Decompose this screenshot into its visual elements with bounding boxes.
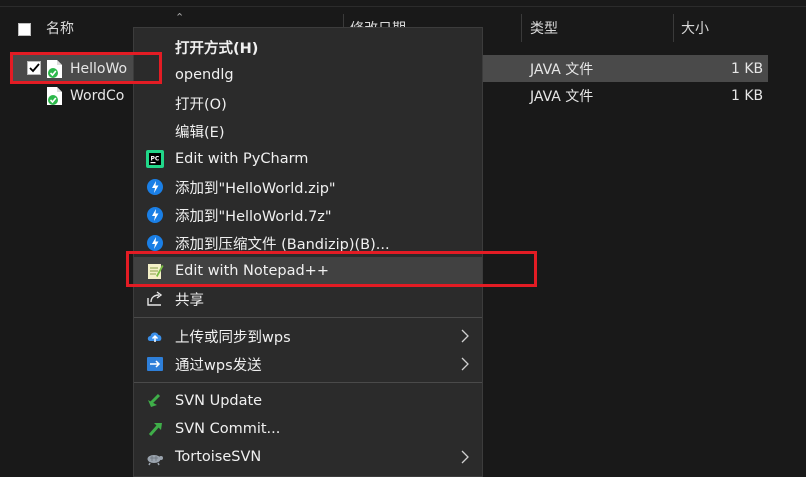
chevron-right-icon (461, 450, 469, 464)
menu-item-share[interactable]: 共享 (134, 285, 482, 313)
menu-item-opendlg[interactable]: opendlg (134, 61, 482, 89)
menu-separator (134, 317, 482, 318)
menu-item-label: Edit with PyCharm (175, 151, 309, 167)
svn-update-icon (148, 393, 161, 407)
java-file-icon (47, 87, 62, 105)
annotation-box-notepadpp (126, 251, 537, 287)
column-type-label: 类型 (530, 21, 558, 37)
menu-separator (134, 382, 482, 383)
column-type-header[interactable]: 类型 (530, 8, 558, 48)
select-all-checkbox[interactable] (18, 23, 31, 36)
menu-item-open-with[interactable]: 打开方式(H) (134, 33, 482, 61)
menu-item-tortoisesvn[interactable]: TortoiseSVN (134, 443, 482, 471)
column-size-label: 大小 (681, 21, 709, 37)
chevron-right-icon (461, 329, 469, 343)
menu-item-label: SVN Commit... (175, 421, 281, 437)
menu-item-open[interactable]: 打开(O) (134, 89, 482, 117)
column-name-label: 名称 (46, 21, 74, 37)
menu-item-label: opendlg (175, 67, 234, 83)
column-name-header[interactable]: 名称 (46, 8, 74, 48)
column-size-header[interactable]: 大小 (681, 8, 709, 48)
menu-item-label: 通过wps发送 (175, 357, 262, 374)
file-type: JAVA 文件 (530, 61, 594, 78)
menu-item-add-7z[interactable]: 添加到"HelloWorld.7z" (134, 201, 482, 229)
annotation-box-file (10, 52, 162, 84)
menu-item-add-zip[interactable]: 添加到"HelloWorld.zip" (134, 173, 482, 201)
bandizip-icon (147, 179, 163, 195)
column-divider[interactable] (521, 14, 522, 42)
chevron-right-icon (461, 357, 469, 371)
menu-item-svn-update[interactable]: SVN Update (134, 387, 482, 415)
svn-commit-icon (148, 423, 162, 436)
menu-item-svn-commit[interactable]: SVN Commit... (134, 415, 482, 443)
bandizip-icon (147, 235, 163, 251)
wps-send-icon (147, 357, 163, 371)
toolbar-divider (0, 0, 806, 7)
menu-item-label: 共享 (175, 292, 204, 309)
svg-text:PC: PC (151, 156, 160, 163)
file-size: 1 KB (731, 60, 764, 77)
tortoisesvn-icon (147, 455, 163, 466)
column-divider[interactable] (673, 14, 674, 42)
menu-item-label: SVN Update (175, 393, 263, 409)
pycharm-icon: PC (146, 150, 164, 168)
menu-item-label: TortoiseSVN (175, 449, 262, 465)
file-size: 1 KB (731, 87, 764, 104)
menu-item-label: 添加到"HelloWorld.zip" (175, 180, 336, 197)
wps-upload-icon (147, 332, 162, 342)
menu-item-edit[interactable]: 编辑(E) (134, 117, 482, 145)
menu-item-wps-send[interactable]: 通过wps发送 (134, 350, 482, 378)
menu-item-edit-pycharm[interactable]: PC Edit with PyCharm (134, 145, 482, 173)
bandizip-icon (147, 207, 163, 223)
menu-item-label: 打开(O) (175, 96, 227, 113)
menu-item-label: 上传或同步到wps (175, 329, 291, 346)
menu-item-label: 添加到"HelloWorld.7z" (175, 208, 332, 225)
menu-item-label: 编辑(E) (175, 124, 225, 141)
menu-item-label: 打开方式(H) (175, 40, 259, 57)
share-icon (147, 291, 163, 306)
file-name: WordCo (70, 87, 125, 104)
sort-up-icon: ⌃ (175, 11, 185, 24)
menu-item-wps-upload[interactable]: 上传或同步到wps (134, 322, 482, 350)
file-type: JAVA 文件 (530, 88, 594, 105)
